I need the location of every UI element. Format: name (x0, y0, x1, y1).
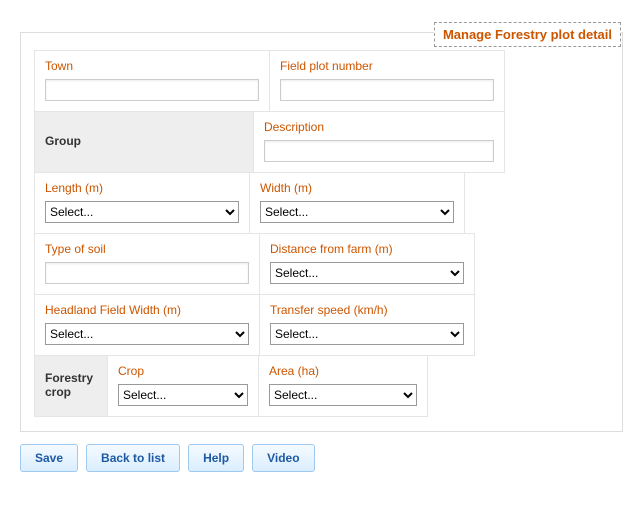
video-button[interactable]: Video (252, 444, 314, 472)
headland-width-label: Headland Field Width (m) (45, 303, 249, 317)
crop-select[interactable]: Select... (118, 384, 248, 406)
field-plot-number-input[interactable] (280, 79, 494, 101)
length-select[interactable]: Select... (45, 201, 239, 223)
type-of-soil-input[interactable] (45, 262, 249, 284)
headland-width-select[interactable]: Select... (45, 323, 249, 345)
description-label: Description (264, 120, 494, 134)
width-select[interactable]: Select... (260, 201, 454, 223)
width-label: Width (m) (260, 181, 454, 195)
area-select[interactable]: Select... (269, 384, 417, 406)
description-input[interactable] (264, 140, 494, 162)
distance-from-farm-label: Distance from farm (m) (270, 242, 464, 256)
page-title: Manage Forestry plot detail (434, 22, 621, 47)
town-label: Town (45, 59, 259, 73)
distance-from-farm-select[interactable]: Select... (270, 262, 464, 284)
field-plot-number-label: Field plot number (280, 59, 494, 73)
length-label: Length (m) (45, 181, 239, 195)
transfer-speed-select[interactable]: Select... (270, 323, 464, 345)
crop-label: Crop (118, 364, 248, 378)
type-of-soil-label: Type of soil (45, 242, 249, 256)
button-bar: Save Back to list Help Video (20, 444, 623, 472)
save-button[interactable]: Save (20, 444, 78, 472)
forestry-crop-label: Forestry crop (45, 371, 97, 399)
form-panel: Town Field plot number Group Description… (20, 32, 623, 432)
back-to-list-button[interactable]: Back to list (86, 444, 180, 472)
area-label: Area (ha) (269, 364, 417, 378)
town-input[interactable] (45, 79, 259, 101)
help-button[interactable]: Help (188, 444, 244, 472)
group-label: Group (45, 134, 81, 148)
transfer-speed-label: Transfer speed (km/h) (270, 303, 464, 317)
